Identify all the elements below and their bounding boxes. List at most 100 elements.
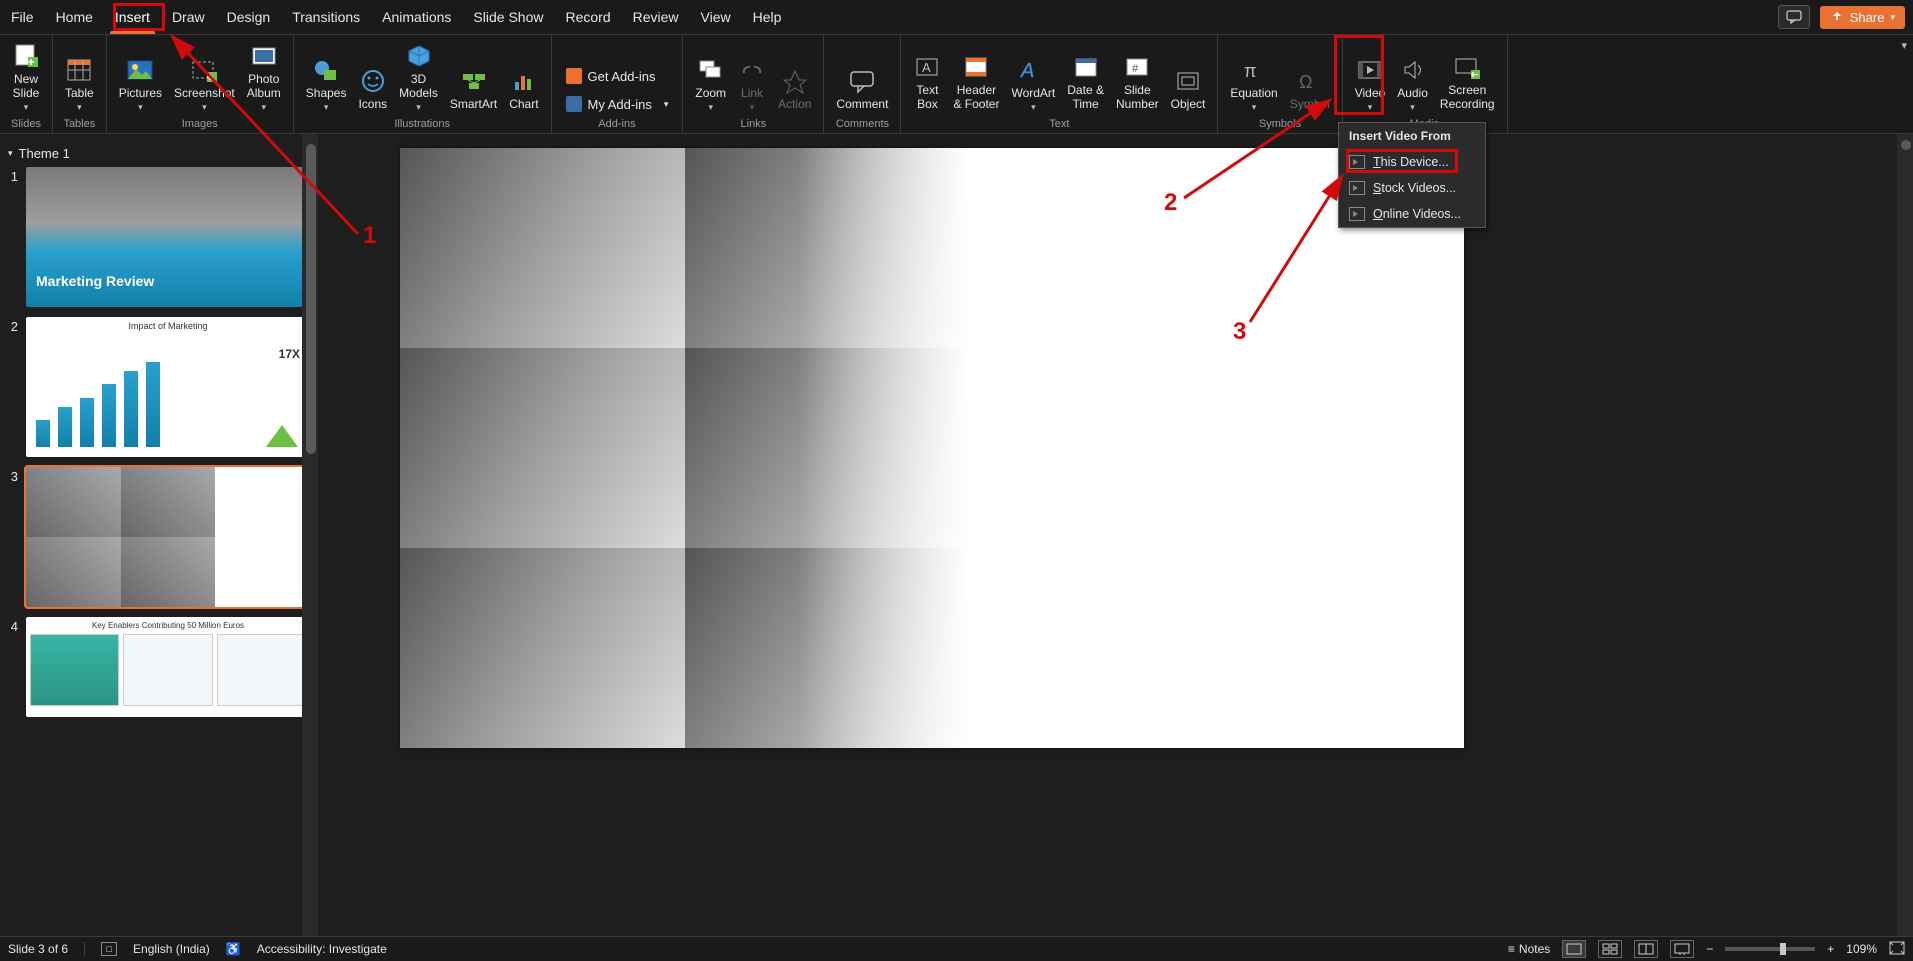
- view-reading-button[interactable]: [1634, 940, 1658, 958]
- tab-view[interactable]: View: [690, 0, 742, 34]
- tab-animations[interactable]: Animations: [371, 0, 462, 34]
- tab-home[interactable]: Home: [45, 0, 104, 34]
- tab-slideshow[interactable]: Slide Show: [462, 0, 554, 34]
- view-sorter-button[interactable]: [1598, 940, 1622, 958]
- zoom-in-button[interactable]: +: [1827, 942, 1834, 956]
- slide-thumbnails-panel: ▾ Theme 1 1 Marketing Review 2 ★ Impact …: [0, 134, 318, 936]
- smartart-button[interactable]: SmartArt: [444, 62, 503, 116]
- zoom-out-button[interactable]: −: [1706, 942, 1713, 956]
- group-comments-label: Comments: [830, 116, 894, 133]
- svg-text:A: A: [922, 60, 931, 75]
- 3d-models-button[interactable]: 3D Models ▾: [393, 37, 444, 116]
- ribbon-collapse-chevron-icon[interactable]: ▾: [1901, 39, 1907, 52]
- pictures-label: Pictures: [119, 87, 162, 101]
- video-button[interactable]: Video ▾: [1349, 51, 1391, 116]
- thumb-number: 3: [4, 467, 18, 607]
- chevron-down-icon: ▾: [77, 103, 82, 112]
- zoom-percent[interactable]: 109%: [1846, 942, 1877, 956]
- wordart-button[interactable]: A WordArt ▾: [1005, 51, 1061, 116]
- wordart-label: WordArt: [1011, 87, 1055, 101]
- thumbnails-scrollbar[interactable]: [302, 134, 318, 936]
- header-footer-icon: [962, 52, 990, 82]
- status-slide-count[interactable]: Slide 3 of 6: [8, 942, 68, 956]
- chevron-down-icon: ▾: [324, 103, 329, 112]
- header-footer-button[interactable]: Header & Footer: [947, 48, 1005, 116]
- section-header[interactable]: ▾ Theme 1: [4, 140, 310, 167]
- my-addins-button[interactable]: My Add-ins▾: [558, 92, 677, 116]
- equation-label: Equation: [1230, 87, 1277, 101]
- text-box-label: Text Box: [916, 84, 938, 112]
- group-addins-label: Add-ins: [558, 116, 677, 133]
- get-addins-button[interactable]: Get Add-ins: [558, 64, 677, 88]
- slide-thumbnail-3[interactable]: [26, 467, 310, 607]
- new-slide-button[interactable]: New Slide ▾: [6, 37, 46, 116]
- comments-pane-icon[interactable]: [1778, 5, 1810, 29]
- tab-help[interactable]: Help: [742, 0, 793, 34]
- slide-number-button[interactable]: # Slide Number: [1110, 48, 1165, 116]
- slide-thumbnail-1[interactable]: Marketing Review: [26, 167, 310, 307]
- screenshot-label: Screenshot: [174, 87, 235, 101]
- text-box-icon: A: [913, 52, 941, 82]
- object-icon: [1174, 66, 1202, 96]
- view-normal-button[interactable]: [1562, 940, 1586, 958]
- tab-insert[interactable]: Insert: [104, 0, 161, 34]
- view-slideshow-button[interactable]: [1670, 940, 1694, 958]
- share-button[interactable]: Share ▾: [1820, 6, 1905, 29]
- notes-toggle[interactable]: ≡Notes: [1508, 942, 1550, 956]
- film-icon: [1349, 207, 1365, 221]
- shapes-button[interactable]: Shapes ▾: [300, 51, 353, 116]
- canvas-scrollbar-vertical[interactable]: [1897, 134, 1913, 936]
- slide-canvas[interactable]: [400, 148, 1464, 748]
- audio-button[interactable]: Audio ▾: [1391, 51, 1434, 116]
- object-button[interactable]: Object: [1165, 62, 1212, 116]
- group-slides-label: Slides: [6, 116, 46, 133]
- photo-album-button[interactable]: Photo Album ▾: [241, 37, 287, 116]
- video-menu-header: Insert Video From: [1339, 123, 1485, 149]
- video-menu-online-videos[interactable]: Online Videos...: [1339, 201, 1485, 227]
- zoom-slider[interactable]: [1725, 947, 1815, 951]
- table-button[interactable]: Table ▾: [59, 51, 100, 116]
- tab-transitions[interactable]: Transitions: [281, 0, 371, 34]
- zoom-button[interactable]: Zoom ▾: [689, 51, 732, 116]
- screen-recording-button[interactable]: Screen Recording: [1434, 48, 1501, 116]
- symbol-button: Ω Symbol: [1284, 62, 1336, 116]
- screenshot-button[interactable]: Screenshot ▾: [168, 51, 241, 116]
- chart-label: Chart: [509, 98, 538, 112]
- audio-icon: [1399, 55, 1427, 85]
- share-icon: [1830, 10, 1844, 24]
- photo-album-label: Photo Album: [247, 73, 281, 101]
- chart-icon: [510, 66, 538, 96]
- action-button: Action: [772, 62, 817, 116]
- tab-review[interactable]: Review: [622, 0, 690, 34]
- chevron-down-icon: ▾: [1031, 103, 1036, 112]
- video-menu-this-device[interactable]: This Device...: [1339, 149, 1485, 175]
- tab-file[interactable]: File: [0, 0, 45, 34]
- pictures-icon: [126, 55, 154, 85]
- chart-button[interactable]: Chart: [503, 62, 544, 116]
- thumb-number: 2: [4, 317, 18, 457]
- status-accessibility[interactable]: Accessibility: Investigate: [257, 942, 387, 956]
- pictures-button[interactable]: Pictures ▾: [113, 51, 168, 116]
- tab-record[interactable]: Record: [554, 0, 621, 34]
- equation-button[interactable]: π Equation ▾: [1224, 51, 1283, 116]
- slide-thumbnail-2[interactable]: Impact of Marketing 17X: [26, 317, 310, 457]
- group-tables-label: Tables: [59, 116, 100, 133]
- slide2-title: Impact of Marketing: [26, 317, 310, 331]
- video-menu-stock-videos[interactable]: Stock Videos...: [1339, 175, 1485, 201]
- tab-draw[interactable]: Draw: [161, 0, 216, 34]
- fit-to-window-button[interactable]: [1889, 941, 1905, 958]
- film-icon: [1349, 155, 1365, 169]
- date-time-button[interactable]: Date & Time: [1061, 48, 1110, 116]
- status-language[interactable]: English (India): [133, 942, 210, 956]
- status-bar: Slide 3 of 6 □ English (India) ♿ Accessi…: [0, 936, 1913, 961]
- comment-button[interactable]: Comment: [830, 62, 894, 116]
- new-slide-icon: [12, 41, 40, 71]
- tab-design[interactable]: Design: [216, 0, 282, 34]
- svg-text:Ω: Ω: [1299, 72, 1312, 92]
- slide-thumbnail-4[interactable]: Key Enablers Contributing 50 Million Eur…: [26, 617, 310, 717]
- chevron-down-icon: ▾: [416, 103, 421, 112]
- text-box-button[interactable]: A Text Box: [907, 48, 947, 116]
- chevron-down-icon: ▾: [664, 99, 669, 110]
- spellcheck-icon[interactable]: □: [101, 942, 117, 956]
- icons-button[interactable]: Icons: [352, 62, 393, 116]
